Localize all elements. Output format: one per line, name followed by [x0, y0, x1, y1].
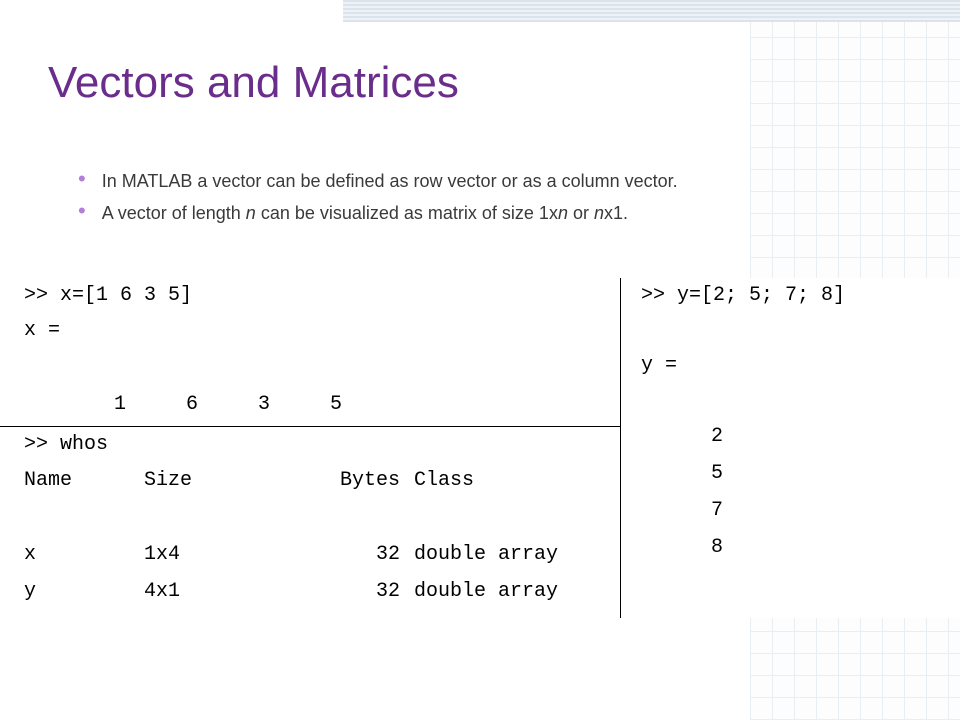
cell-bytes: 32: [294, 543, 414, 566]
col-class: Class: [414, 469, 620, 492]
italic-n: n: [594, 203, 604, 223]
bullet-list: • In MATLAB a vector can be defined as r…: [78, 168, 798, 232]
text-segment: A vector of length: [102, 203, 246, 223]
code-values: 1 6 3 5: [0, 383, 620, 426]
code-blank: [641, 313, 960, 348]
table-blank: [24, 499, 620, 536]
bullet-text: In MATLAB a vector can be defined as row…: [102, 168, 678, 194]
cell-name: x: [24, 543, 144, 566]
cell-size: 1x4: [144, 543, 294, 566]
code-line: >> x=[1 6 3 5]: [0, 278, 620, 313]
code-line: x =: [0, 313, 620, 348]
code-line: >> y=[2; 5; 7; 8]: [641, 278, 960, 313]
table-header: Name Size Bytes Class: [24, 462, 620, 499]
row-vector-panel: >> x=[1 6 3 5] x = 1 6 3 5 >> whos Name …: [0, 278, 620, 618]
text-segment: or: [568, 203, 594, 223]
table-row: y 4x1 32 double array: [24, 573, 620, 610]
col-size: Size: [144, 469, 294, 492]
cell-bytes: 32: [294, 580, 414, 603]
text-segment: x1.: [604, 203, 628, 223]
code-panel: >> x=[1 6 3 5] x = 1 6 3 5 >> whos Name …: [0, 278, 960, 618]
y-value: 8: [711, 529, 960, 566]
y-value: 5: [711, 455, 960, 492]
bullet-item: • In MATLAB a vector can be defined as r…: [78, 168, 798, 194]
y-values: 2 5 7 8: [641, 418, 960, 566]
col-bytes: Bytes: [294, 469, 414, 492]
cell-class: double array: [414, 580, 620, 603]
code-blank: [0, 348, 620, 383]
table-row: x 1x4 32 double array: [24, 536, 620, 573]
whos-table: Name Size Bytes Class x 1x4 32 double ar…: [0, 462, 620, 610]
italic-n: n: [246, 203, 256, 223]
y-value: 7: [711, 492, 960, 529]
slide-title: Vectors and Matrices: [48, 58, 459, 108]
bullet-icon: •: [78, 200, 86, 226]
italic-n: n: [558, 203, 568, 223]
cell-name: y: [24, 580, 144, 603]
y-value: 2: [711, 418, 960, 455]
code-line: >> whos: [0, 427, 620, 462]
bullet-icon: •: [78, 168, 86, 194]
text-segment: can be visualized as matrix of size 1x: [256, 203, 558, 223]
cell-class: double array: [414, 543, 620, 566]
code-line: y =: [641, 348, 960, 383]
bullet-text: A vector of length n can be visualized a…: [102, 200, 628, 226]
header-pattern: [343, 0, 960, 22]
code-blank: [641, 383, 960, 418]
bullet-item: • A vector of length n can be visualized…: [78, 200, 798, 226]
column-vector-panel: >> y=[2; 5; 7; 8] y = 2 5 7 8: [620, 278, 960, 618]
col-name: Name: [24, 469, 144, 492]
cell-size: 4x1: [144, 580, 294, 603]
